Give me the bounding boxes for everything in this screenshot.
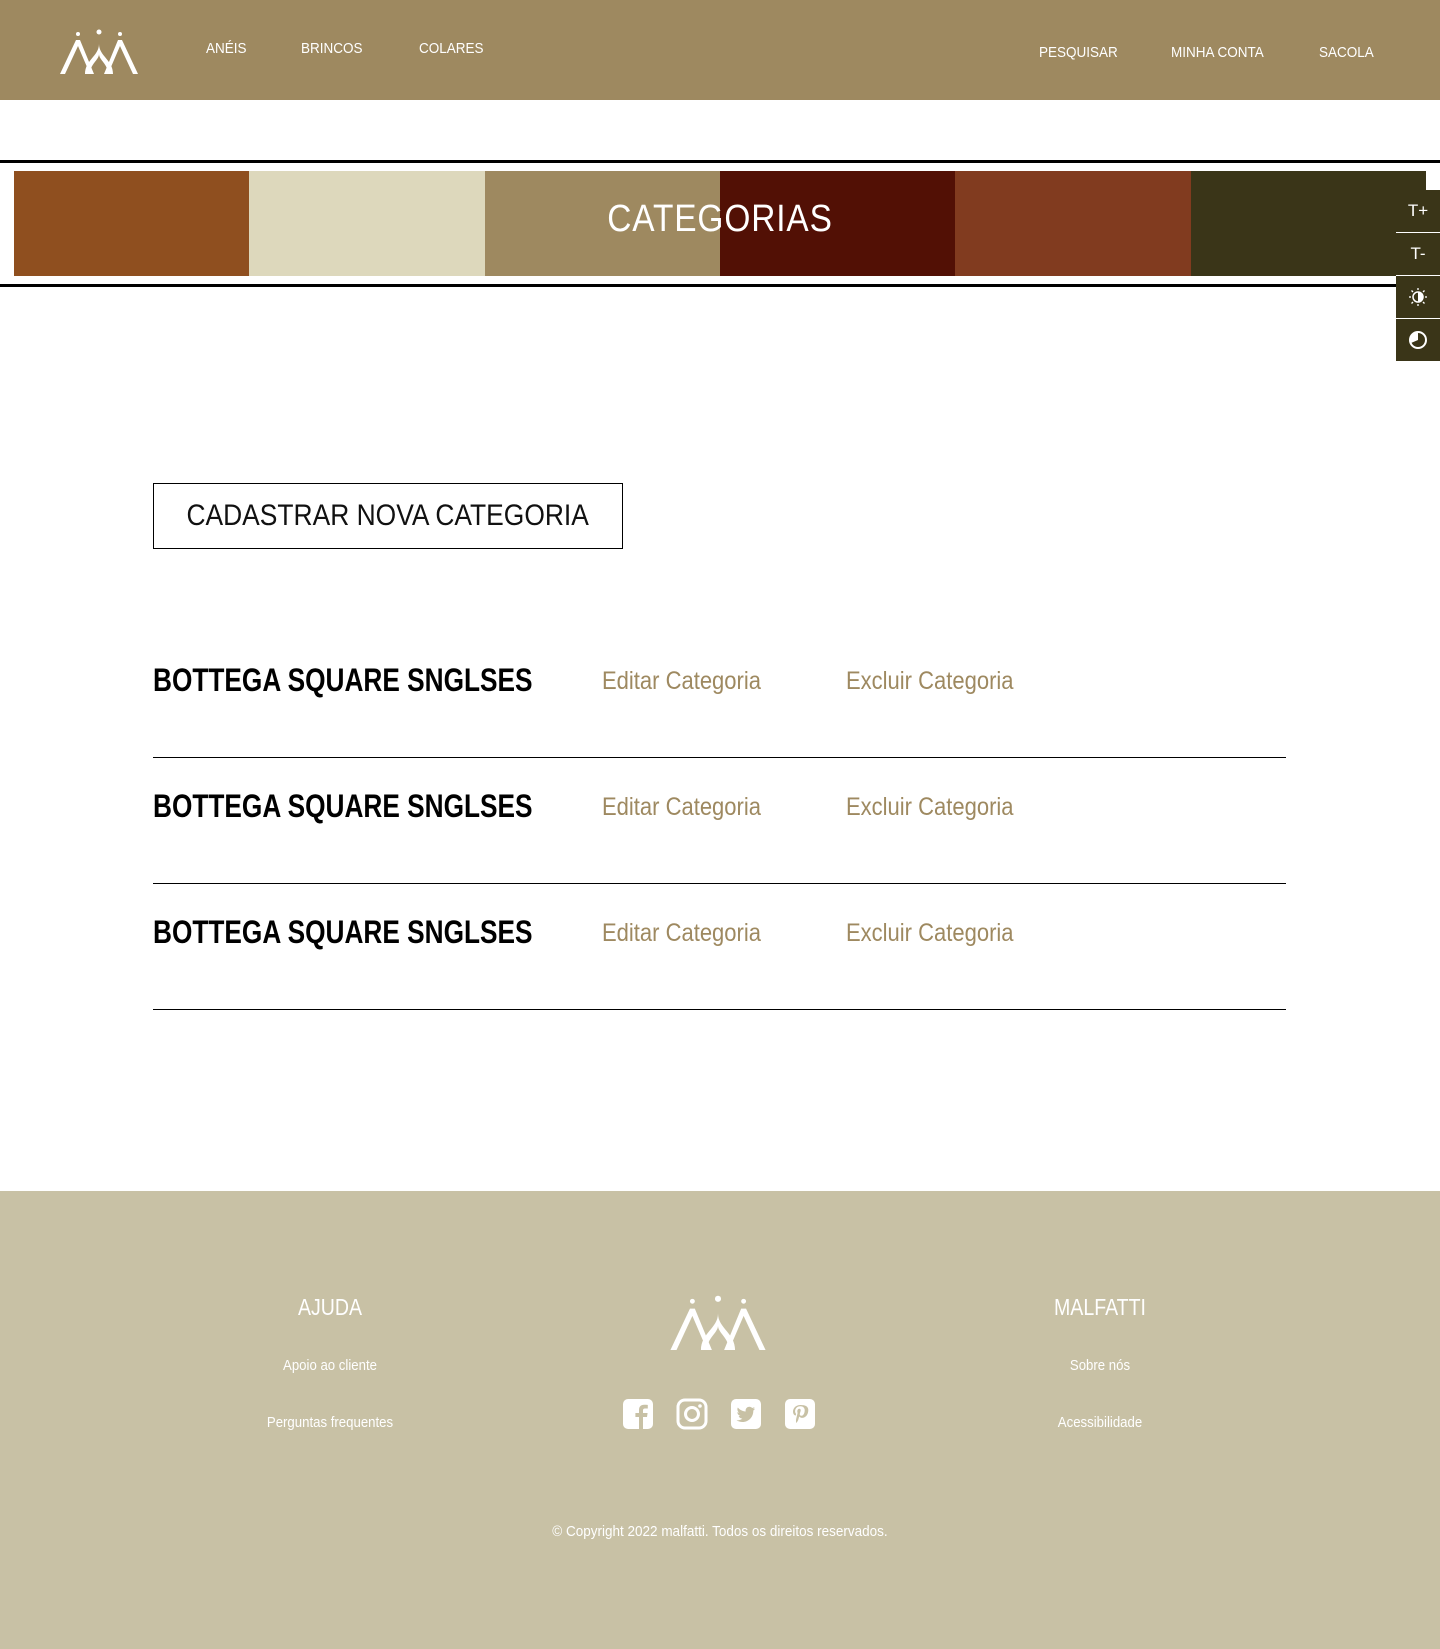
site-footer: AJUDA Apoio ao cliente Perguntas frequen… — [0, 1191, 1440, 1649]
delete-category-link[interactable]: Excluir Categoria — [846, 793, 1014, 822]
footer-malfatti-logo[interactable] — [668, 1291, 768, 1353]
increase-text-button[interactable]: T+ — [1396, 190, 1440, 233]
new-category-button[interactable]: CADASTRAR NOVA CATEGORIA — [153, 483, 623, 549]
footer-link-customer-support[interactable]: Apoio ao cliente — [242, 1357, 418, 1374]
primary-nav: ANÉIS BRINCOS COLARES — [206, 40, 491, 57]
half-moon-icon — [1409, 331, 1427, 349]
delete-category-link[interactable]: Excluir Categoria — [846, 919, 1014, 948]
pinterest-icon[interactable] — [784, 1398, 816, 1430]
site-header: ANÉIS BRINCOS COLARES PESQUISAR MINHA CO… — [0, 0, 1440, 100]
category-row: BOTTEGA SQUARE SNGLSES Editar Categoria … — [153, 758, 1286, 884]
nav-bag[interactable]: SACOLA — [1319, 44, 1374, 61]
category-row: BOTTEGA SQUARE SNGLSES Editar Categoria … — [153, 632, 1286, 758]
category-name: BOTTEGA SQUARE SNGLSES — [153, 662, 533, 698]
new-category-label: CADASTRAR NOVA CATEGORIA — [186, 499, 590, 532]
edit-category-link[interactable]: Editar Categoria — [602, 919, 761, 948]
contrast-button[interactable] — [1396, 276, 1440, 319]
decrease-text-button[interactable]: T- — [1396, 233, 1440, 276]
footer-help-title: AJUDA — [297, 1294, 363, 1320]
secondary-nav: PESQUISAR MINHA CONTA SACOLA — [1039, 44, 1380, 61]
footer-brand-column: MALFATTI Sobre nós Acessibilidade — [1000, 1294, 1200, 1471]
nav-my-account[interactable]: MINHA CONTA — [1171, 44, 1264, 61]
category-list: BOTTEGA SQUARE SNGLSES Editar Categoria … — [153, 632, 1286, 1010]
footer-link-accessibility[interactable]: Acessibilidade — [1012, 1414, 1188, 1431]
social-links — [622, 1398, 816, 1430]
category-row: BOTTEGA SQUARE SNGLSES Editar Categoria … — [153, 884, 1286, 1010]
category-name: BOTTEGA SQUARE SNGLSES — [153, 914, 533, 950]
nav-necklaces[interactable]: COLARES — [419, 40, 484, 57]
contrast-icon — [1409, 288, 1427, 306]
delete-category-link[interactable]: Excluir Categoria — [846, 667, 1014, 696]
banner-top-rule — [0, 160, 1440, 163]
edit-category-link[interactable]: Editar Categoria — [602, 667, 761, 696]
accessibility-toolbar: T+ T- — [1396, 190, 1440, 362]
malfatti-logo[interactable] — [58, 26, 140, 76]
footer-link-about[interactable]: Sobre nós — [1012, 1357, 1188, 1374]
category-name: BOTTEGA SQUARE SNGLSES — [153, 788, 533, 824]
banner-bottom-rule — [0, 284, 1440, 287]
dark-mode-button[interactable] — [1396, 319, 1440, 362]
copyright-text: © Copyright 2022 malfatti. Todos os dire… — [552, 1523, 888, 1540]
footer-link-faq[interactable]: Perguntas frequentes — [242, 1414, 418, 1431]
edit-category-link[interactable]: Editar Categoria — [602, 793, 761, 822]
footer-help-column: AJUDA Apoio ao cliente Perguntas frequen… — [230, 1294, 430, 1471]
footer-brand-title: MALFATTI — [1054, 1294, 1146, 1320]
instagram-icon[interactable] — [676, 1398, 708, 1430]
page-title: CATEGORIAS — [607, 198, 833, 240]
facebook-icon[interactable] — [622, 1398, 654, 1430]
nav-rings[interactable]: ANÉIS — [206, 40, 247, 57]
nav-search[interactable]: PESQUISAR — [1039, 44, 1118, 61]
twitter-icon[interactable] — [730, 1398, 762, 1430]
nav-earrings[interactable]: BRINCOS — [301, 40, 363, 57]
